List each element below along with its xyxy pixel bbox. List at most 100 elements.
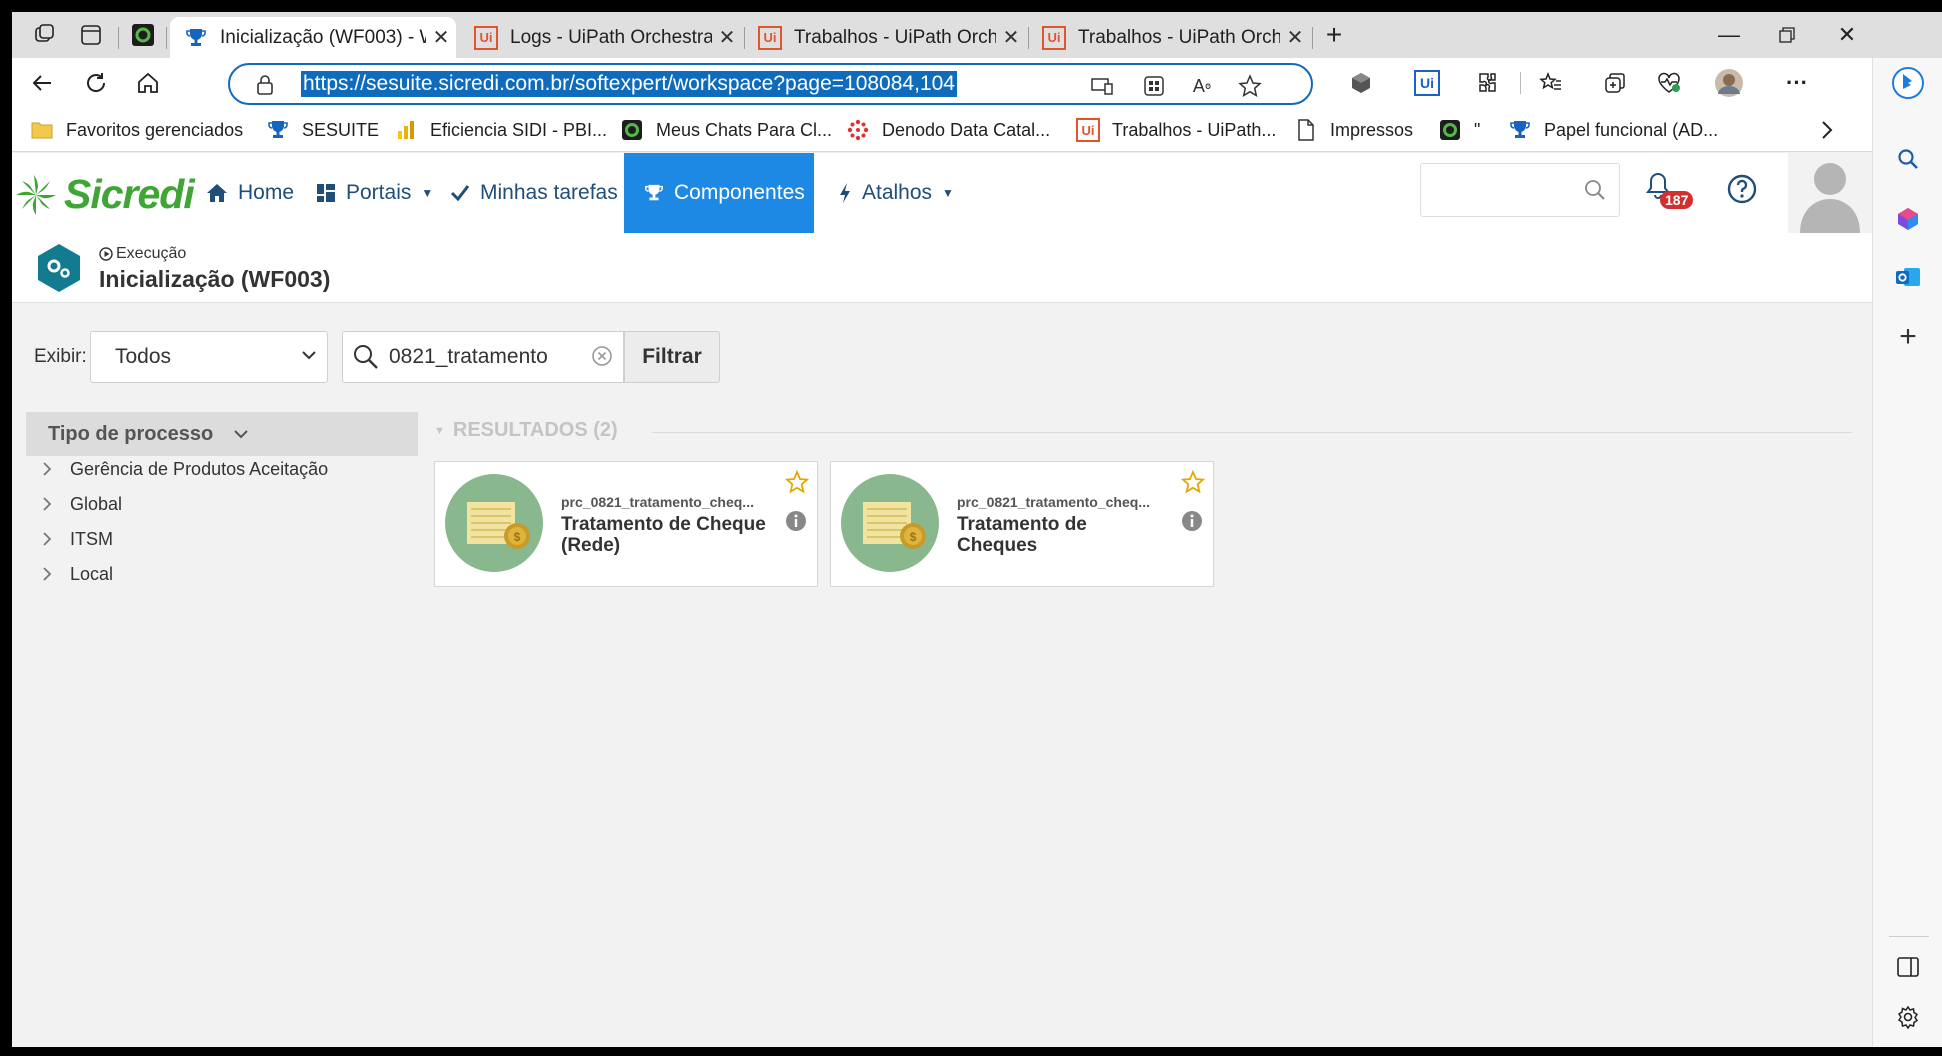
nav-atalhos[interactable]: Atalhos ▼	[838, 153, 954, 233]
chevron-right-icon[interactable]	[42, 566, 70, 582]
filter-select[interactable]: Todos	[90, 331, 328, 383]
favorite-item[interactable]: Papel funcional (AD...	[1508, 108, 1718, 152]
favorite-label: Denodo Data Catal...	[882, 119, 1051, 140]
nav-label: Componentes	[674, 181, 805, 204]
breadcrumb[interactable]: Execução	[99, 245, 186, 263]
favorite-item[interactable]: Favoritos gerenciados	[30, 108, 243, 152]
user-avatar[interactable]	[1788, 153, 1872, 233]
favorite-item[interactable]: Impressos	[1294, 108, 1413, 152]
info-icon[interactable]	[1181, 510, 1203, 537]
results-header[interactable]: ▼ RESULTADOS (2)	[434, 419, 618, 442]
tab-title: Trabalhos - UiPath Orchestrator	[1078, 26, 1280, 48]
result-card[interactable]: $ prc_0821_tratamento_cheq... Tratamento…	[434, 461, 818, 587]
caret-down-icon: ▼	[421, 186, 434, 200]
powerbi-icon	[394, 118, 418, 142]
uipath-extension-icon[interactable]: Ui	[1410, 68, 1444, 98]
notifications-badge: 187	[1660, 191, 1694, 209]
extensions-grid-icon[interactable]	[1140, 73, 1168, 99]
favorite-label: Impressos	[1330, 119, 1414, 140]
favorite-item[interactable]: SESUITE	[266, 108, 379, 152]
tab-actions-icon[interactable]	[74, 20, 108, 50]
sidebar-toggle-icon[interactable]	[1891, 950, 1925, 984]
favorite-label: Favoritos gerenciados	[66, 119, 244, 140]
chevron-right-icon[interactable]	[42, 461, 70, 477]
tree-item[interactable]: Local	[42, 559, 113, 589]
favorites-bar: Favoritos gerenciados SESUITE Eficiencia…	[12, 108, 1872, 152]
app-available-icon[interactable]	[1088, 73, 1116, 99]
new-tab-icon[interactable]: +	[1317, 19, 1351, 50]
tree-item[interactable]: Global	[42, 489, 122, 519]
favorite-star-icon[interactable]	[1236, 73, 1264, 99]
profile-avatar[interactable]	[1712, 68, 1746, 98]
close-icon[interactable]: ✕	[426, 25, 456, 50]
info-icon[interactable]	[785, 510, 807, 537]
tree-item[interactable]: Gerência de Produtos Aceitação	[42, 454, 328, 484]
process-code: prc_0821_tratamento_cheq...	[957, 494, 1150, 510]
favorite-item[interactable]: Meus Chats Para Cl...	[620, 108, 832, 152]
tab-workflow[interactable]: Inicialização (WF003) - Workflow ✕	[170, 17, 456, 58]
help-icon[interactable]	[1726, 173, 1760, 207]
chevron-right-icon[interactable]	[42, 531, 70, 547]
url-input[interactable]: https://sesuite.sicredi.com.br/softexper…	[228, 63, 1313, 105]
favorite-item[interactable]: Ui Trabalhos - UiPath...	[1076, 108, 1276, 152]
nav-home[interactable]: Home	[206, 153, 294, 233]
tab-strip: Inicialização (WF003) - Workflow ✕ Ui Lo…	[12, 12, 1942, 58]
office-icon[interactable]	[1891, 202, 1925, 236]
close-icon[interactable]: ✕	[712, 25, 742, 50]
qlik-pinned-tab-icon[interactable]	[126, 20, 160, 50]
global-search-input[interactable]	[1420, 163, 1620, 217]
settings-gear-icon[interactable]	[1891, 1000, 1925, 1034]
nav-componentes[interactable]: Componentes ▼	[624, 153, 827, 233]
close-icon[interactable]: ✕	[996, 25, 1026, 50]
web-page: Sicredi Home Portais ▼ Minhas tarefas ▼ …	[12, 153, 1872, 1047]
extensions-icon[interactable]	[1470, 68, 1504, 98]
lock-icon[interactable]	[254, 74, 276, 96]
star-icon[interactable]	[784, 469, 810, 499]
divider	[652, 432, 1852, 433]
performance-icon[interactable]	[1652, 68, 1686, 98]
extension-cube-icon[interactable]	[1344, 68, 1378, 98]
search-icon	[1583, 178, 1607, 207]
filter-row: Exibir: Todos 0821_tratamento Filtrar	[12, 331, 1872, 383]
filter-search-input[interactable]: 0821_tratamento	[342, 331, 624, 383]
tab-trabalhos-1[interactable]: Ui Trabalhos - UiPath Orchestrator ✕	[744, 17, 1026, 58]
clear-icon[interactable]	[591, 345, 613, 372]
favorite-item[interactable]: Eficiencia SIDI - PBI...	[394, 108, 607, 152]
search-icon[interactable]	[1891, 142, 1925, 176]
play-circle-icon	[99, 247, 113, 261]
tab-logs[interactable]: Ui Logs - UiPath Orchestrator ✕	[460, 17, 742, 58]
caret-down-icon: ▼	[814, 186, 827, 200]
notifications-button[interactable]: 187	[1644, 171, 1694, 215]
favorite-item[interactable]: Denodo Data Catal...	[846, 108, 1050, 152]
chevron-right-icon[interactable]	[42, 496, 70, 512]
uipath-icon: Ui	[1042, 25, 1066, 50]
workspaces-icon[interactable]	[28, 20, 62, 50]
tab-trabalhos-2[interactable]: Ui Trabalhos - UiPath Orchestrator ✕	[1028, 17, 1310, 58]
favorite-item[interactable]: "	[1438, 108, 1480, 152]
star-icon[interactable]	[1180, 469, 1206, 499]
add-icon[interactable]: +	[1891, 320, 1925, 354]
filter-button[interactable]: Filtrar	[624, 331, 720, 383]
favorite-label: Meus Chats Para Cl...	[656, 119, 833, 140]
close-icon[interactable]: ✕	[1280, 25, 1310, 50]
refresh-icon[interactable]	[78, 67, 114, 99]
chevron-right-icon[interactable]	[1820, 108, 1834, 152]
facet-process-type[interactable]: Tipo de processo	[26, 412, 418, 456]
home-icon[interactable]	[130, 67, 166, 99]
outlook-icon[interactable]	[1891, 260, 1925, 294]
window-close-icon[interactable]: ✕	[1812, 12, 1882, 58]
nav-minhas-tarefas[interactable]: Minhas tarefas ▼	[450, 153, 640, 233]
sicredi-logo[interactable]: Sicredi	[14, 171, 195, 218]
url-text[interactable]: https://sesuite.sicredi.com.br/softexper…	[301, 71, 957, 97]
result-card[interactable]: $ prc_0821_tratamento_cheq... Tratamento…	[830, 461, 1214, 587]
favorites-list-icon[interactable]	[1534, 68, 1568, 98]
process-gear-icon	[38, 244, 80, 292]
nav-portais[interactable]: Portais ▼	[316, 153, 433, 233]
back-icon[interactable]	[24, 67, 60, 99]
collections-icon[interactable]	[1598, 68, 1632, 98]
read-aloud-icon[interactable]: Aꙩ	[1188, 73, 1216, 99]
tree-item[interactable]: ITSM	[42, 524, 113, 554]
trophy-icon	[1508, 118, 1532, 142]
more-options-icon[interactable]: ···	[1780, 68, 1814, 98]
copilot-icon[interactable]	[1891, 66, 1925, 100]
